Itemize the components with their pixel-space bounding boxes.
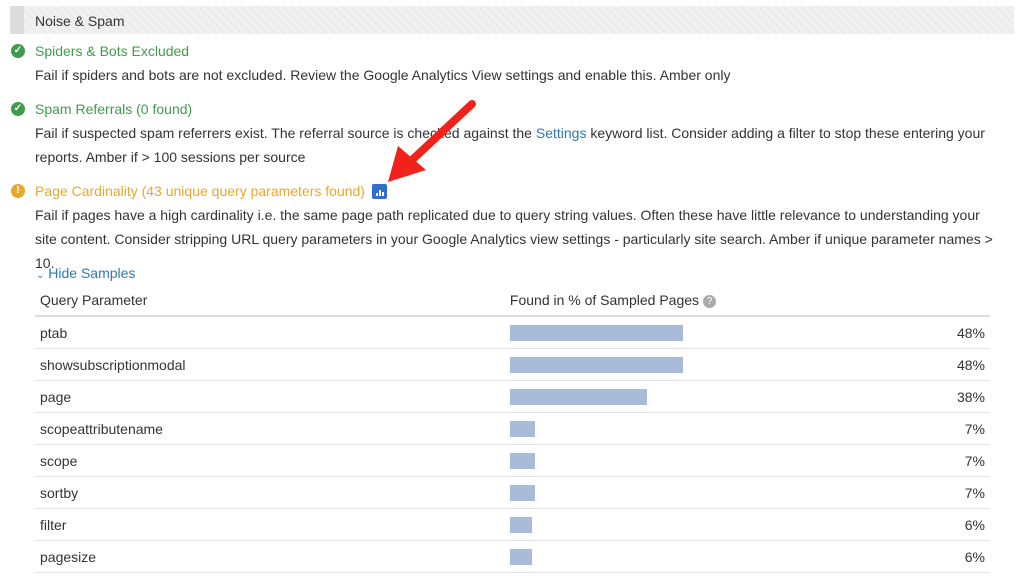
table-row: ptab 48% (35, 316, 990, 349)
percentage-bar (509, 548, 532, 565)
samples-table: Query Parameter Found in % of Sampled Pa… (35, 285, 990, 573)
percentage-bar (509, 516, 532, 533)
item-desc-cardinality: Fail if pages have a high cardinality i.… (35, 207, 993, 271)
help-icon[interactable]: ? (703, 294, 717, 308)
percentage-bar (509, 452, 536, 469)
percentage-value: 7% (919, 476, 990, 509)
check-circle-icon: ✓ (11, 102, 25, 116)
table-row: showsubscriptionmodal 48% (35, 348, 990, 381)
query-parameter-cell: showsubscriptionmodal (35, 348, 505, 381)
table-row: page 38% (35, 380, 990, 413)
percentage-value: 7% (919, 412, 990, 445)
col-query-parameter: Query Parameter (35, 285, 505, 317)
item-title-cardinality: Page Cardinality (43 unique query parame… (35, 183, 365, 199)
item-desc-spiders: Fail if spiders and bots are not exclude… (35, 67, 731, 83)
query-parameter-cell: page (35, 380, 505, 413)
query-parameter-cell: ptab (35, 316, 505, 349)
bar-cell (504, 508, 920, 541)
query-parameter-cell: pagesize (35, 540, 505, 573)
bar-cell (504, 380, 920, 413)
percentage-value: 6% (919, 540, 990, 573)
bar-cell (504, 412, 920, 445)
bar-cell (504, 540, 920, 573)
chevron-down-icon: ⌄ (36, 270, 45, 281)
bar-cell (504, 444, 920, 477)
table-row: scope 7% (35, 444, 990, 477)
warning-circle-icon: ! (11, 184, 25, 198)
percentage-value: 6% (919, 508, 990, 541)
bar-cell (504, 316, 920, 349)
item-desc-spam: Fail if suspected spam referrers exist. … (35, 121, 1005, 169)
col-found-label: Found in % of Sampled Pages (509, 292, 700, 308)
bar-cell (504, 348, 920, 381)
query-parameter-cell: sortby (35, 476, 505, 509)
section-header (10, 6, 1014, 34)
hide-samples-toggle[interactable]: ⌄ Hide Samples (36, 265, 135, 281)
table-row: sortby 7% (35, 476, 990, 509)
percentage-value: 7% (919, 444, 990, 477)
settings-link[interactable]: Settings (536, 125, 587, 141)
query-parameter-cell: scope (35, 444, 505, 477)
query-parameter-cell: scopeattributename (35, 412, 505, 445)
hide-samples-label: Hide Samples (48, 265, 136, 281)
table-row: pagesize 6% (35, 540, 990, 573)
annotation-arrow (388, 100, 476, 182)
percentage-value: 38% (919, 380, 990, 413)
percentage-bar (509, 484, 536, 501)
item-title-spiders: Spiders & Bots Excluded (35, 43, 190, 59)
table-row: filter 6% (35, 508, 990, 541)
percentage-bar (509, 388, 647, 405)
percentage-bar (509, 356, 683, 373)
percentage-bar (509, 324, 683, 341)
item-title-spam: Spam Referrals (0 found) (35, 101, 193, 117)
query-parameter-cell: filter (35, 508, 505, 541)
bar-cell (504, 476, 920, 509)
table-header-row: Query Parameter Found in % of Sampled Pa… (35, 285, 990, 317)
percentage-value: 48% (919, 348, 990, 381)
check-circle-icon: ✓ (11, 44, 25, 58)
table-row: scopeattributename 7% (35, 412, 990, 445)
percentage-value: 48% (919, 316, 990, 349)
percentage-bar (509, 420, 536, 437)
section-title: Noise & Spam (35, 13, 125, 29)
col-found: Found in % of Sampled Pages? (504, 285, 990, 317)
